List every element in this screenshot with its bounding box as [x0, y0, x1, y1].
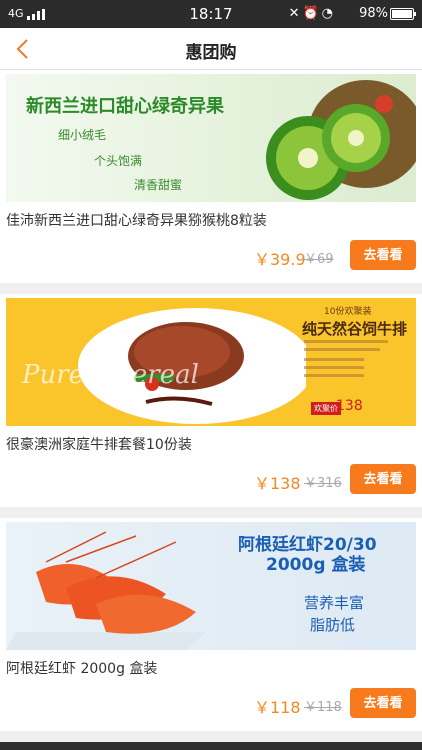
product-card[interactable]: 新西兰进口甜心绿奇异果 细小绒毛 个头饱满 清香甜蜜 佳沛新西兰进口甜心绿奇异果…	[0, 70, 422, 283]
product-price: ￥138	[254, 474, 301, 493]
banner-feature: 清香甜蜜	[134, 178, 183, 192]
banner-feature: 细小绒毛	[58, 128, 107, 142]
shrimp-image	[6, 531, 206, 650]
view-product-button[interactable]: 去看看	[350, 688, 416, 718]
banner-feature: 个头饱满	[94, 154, 143, 168]
product-price: ￥118	[254, 698, 301, 717]
product-banner[interactable]: 阿根廷红虾20/30 2000g 盒装 营养丰富 脂肪低	[6, 522, 416, 650]
view-product-button[interactable]: 去看看	[350, 240, 416, 270]
product-name[interactable]: 佳沛新西兰进口甜心绿奇异果猕猴桃8粒装	[6, 210, 267, 230]
kiwi-image	[266, 80, 416, 200]
original-price: ￥69	[304, 252, 334, 267]
banner-script-text: Pure n cereal	[22, 360, 199, 390]
product-card[interactable]: 阿根廷红虾20/30 2000g 盒装 营养丰富 脂肪低 阿根廷红虾 2000g…	[0, 518, 422, 731]
system-status-icons: ✕⏰◔	[288, 6, 336, 21]
banner-headline: 新西兰进口甜心绿奇异果	[26, 96, 224, 117]
banner-price: 138	[336, 398, 363, 414]
page-title: 惠团购	[185, 43, 237, 63]
nav-bar: 惠团购	[0, 28, 422, 70]
product-banner[interactable]: 新西兰进口甜心绿奇异果 细小绒毛 个头饱满 清香甜蜜	[6, 74, 416, 202]
product-banner[interactable]: Pure n cereal 10份欢聚装 纯天然谷饲牛排 欢聚价 138	[6, 298, 416, 426]
battery-percent: 98%	[359, 6, 388, 21]
original-price: ￥118	[304, 700, 342, 715]
next-product-card-edge	[0, 742, 422, 750]
banner-subheadline: 2000g 盒装	[266, 555, 366, 575]
banner-headline: 纯天然谷饲牛排	[302, 320, 408, 338]
banner-tagline: 10份欢聚装	[324, 307, 372, 317]
banner-feature: 脂肪低	[310, 616, 356, 634]
banner-fine-print	[304, 340, 388, 377]
product-name[interactable]: 阿根廷红虾 2000g 盒装	[6, 658, 157, 678]
view-product-button[interactable]: 去看看	[350, 464, 416, 494]
battery-icon	[390, 8, 416, 20]
original-price: ￥316	[304, 476, 342, 491]
product-price: ￥39.9	[254, 250, 306, 269]
status-bar: 4G 18:17 ✕⏰◔ 98%	[0, 0, 422, 28]
product-card[interactable]: Pure n cereal 10份欢聚装 纯天然谷饲牛排 欢聚价 138 很豪澳…	[0, 294, 422, 507]
product-name[interactable]: 很豪澳洲家庭牛排套餐10份装	[6, 434, 192, 454]
banner-feature: 营养丰富	[304, 594, 365, 612]
